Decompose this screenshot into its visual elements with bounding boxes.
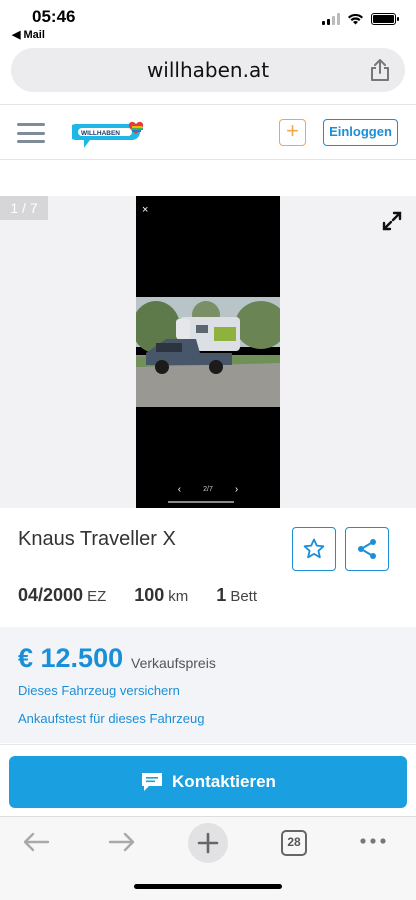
listing-title: Knaus Traveller X: [18, 528, 176, 550]
photo-navigation: ‹ 2/7 ›: [136, 484, 280, 495]
share-icon[interactable]: [369, 58, 391, 82]
fact-value: 100: [134, 585, 165, 605]
wifi-icon: [348, 13, 363, 25]
new-tab-button[interactable]: [188, 823, 228, 863]
fact-beds: 1 Bett: [216, 585, 257, 606]
status-time: 05:46: [32, 7, 76, 26]
battery-icon: [371, 13, 399, 25]
fact-value: 04/2000: [18, 585, 84, 605]
more-icon[interactable]: [358, 831, 388, 851]
fact-value: 1: [216, 585, 227, 605]
fact-unit: EZ: [87, 588, 107, 605]
forward-arrow-icon[interactable]: [108, 831, 136, 853]
home-indicator: [134, 884, 282, 889]
contact-bar: Kontaktieren: [0, 744, 416, 816]
tabs-button[interactable]: 28: [281, 830, 307, 856]
vehicle-facts: 04/2000 EZ 100 km 1 Bett: [18, 585, 257, 606]
fact-unit: Bett: [230, 588, 257, 605]
price-section: € 12.500 Verkaufspreis Dieses Fahrzeug v…: [0, 627, 416, 743]
chat-icon: [142, 773, 163, 791]
contact-button[interactable]: Kontaktieren: [9, 756, 407, 808]
next-photo-button[interactable]: ›: [235, 484, 238, 495]
photo-progress-line: [168, 501, 234, 503]
status-icons: [322, 13, 399, 25]
contact-label: Kontaktieren: [172, 772, 276, 791]
price-value: € 12.500: [18, 643, 124, 673]
url-text: willhaben.at: [146, 58, 270, 82]
image-counter: 1 / 7: [0, 196, 48, 220]
image-gallery[interactable]: 1 / 7 × ‹ 2/7 ›: [0, 196, 416, 508]
insurance-link[interactable]: Dieses Fahrzeug versichern: [18, 683, 180, 698]
price-label: Verkaufspreis: [131, 655, 216, 671]
star-icon: [303, 538, 325, 559]
fullscreen-icon[interactable]: [381, 210, 403, 232]
menu-icon[interactable]: [17, 123, 45, 143]
back-arrow-icon[interactable]: [22, 831, 50, 853]
purchase-test-link[interactable]: Ankaufstest für dieses Fahrzeug: [18, 711, 204, 726]
plus-icon: [197, 832, 219, 854]
signal-icon: [322, 13, 340, 25]
share-nodes-icon: [358, 539, 376, 559]
listing-photo[interactable]: × ‹ 2/7 ›: [136, 196, 280, 508]
address-bar[interactable]: willhaben.at: [11, 48, 405, 92]
favorite-button[interactable]: [292, 527, 336, 571]
svg-text:WILLHABEN: WILLHABEN: [81, 130, 120, 137]
share-listing-button[interactable]: [345, 527, 389, 571]
fact-mileage: 100 km: [134, 585, 188, 606]
close-icon: ×: [142, 204, 149, 216]
fact-registration: 04/2000 EZ: [18, 585, 106, 606]
add-listing-button[interactable]: +: [279, 119, 306, 146]
status-bar: 05:46 ◀ Mail: [0, 0, 416, 44]
back-to-mail-link[interactable]: ◀ Mail: [12, 28, 45, 41]
login-button[interactable]: Einloggen: [323, 119, 398, 146]
camper-photo: [136, 297, 280, 407]
fact-unit: km: [168, 588, 189, 605]
willhaben-logo[interactable]: WILLHABEN: [72, 118, 146, 150]
site-header: WILLHABEN + Einloggen: [0, 104, 416, 160]
photo-inner-counter: 2/7: [203, 486, 213, 493]
prev-photo-button[interactable]: ‹: [178, 484, 181, 495]
